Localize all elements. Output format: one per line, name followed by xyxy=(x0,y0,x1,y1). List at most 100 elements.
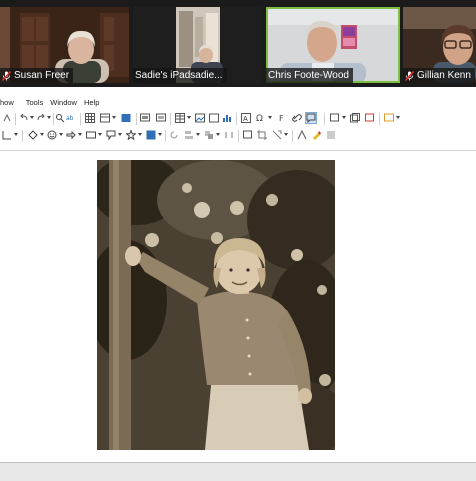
toolbar-separator xyxy=(15,113,16,125)
crop-icon[interactable] xyxy=(257,130,267,140)
redo-dropdown-icon[interactable] xyxy=(47,116,51,119)
svg-text:Ω: Ω xyxy=(256,114,263,123)
fontwork-icon[interactable]: F xyxy=(278,113,288,123)
image-icon[interactable] xyxy=(195,113,205,123)
new-slide-icon[interactable] xyxy=(330,113,340,123)
filter-dropdown-icon[interactable] xyxy=(284,133,288,136)
delete-slide-icon[interactable] xyxy=(365,113,375,123)
participant-tile-susan[interactable]: Susan Freer xyxy=(0,7,129,83)
toolbar-separator xyxy=(22,130,23,142)
participant-name: Sadie's iPadsadie... xyxy=(135,70,223,81)
callout-shapes-dropdown-icon[interactable] xyxy=(118,133,122,136)
participant-tile-chris[interactable]: Chris Foote-Wood xyxy=(266,7,400,83)
table-dropdown-icon[interactable] xyxy=(187,116,191,119)
basic-shapes-icon[interactable] xyxy=(28,130,38,140)
3d-objects-dropdown-icon[interactable] xyxy=(158,133,162,136)
clone-icon[interactable] xyxy=(2,113,12,123)
comment-icon[interactable] xyxy=(305,112,317,124)
start-presentation-icon[interactable] xyxy=(140,113,150,123)
toolbar-separator xyxy=(292,130,293,142)
chart-icon[interactable] xyxy=(222,113,232,123)
find-replace-icon[interactable] xyxy=(55,113,65,123)
stars-dropdown-icon[interactable] xyxy=(138,133,142,136)
menu-item-window[interactable]: Window xyxy=(50,98,77,107)
menu-item-help[interactable]: Help xyxy=(84,98,99,107)
participant-name: Chris Foote-Wood xyxy=(268,70,349,81)
special-character-icon[interactable]: Ω xyxy=(256,113,266,123)
toggle-extrusion-icon[interactable] xyxy=(326,130,336,140)
toolbar-separator xyxy=(238,130,239,142)
horizontal-scrollbar[interactable] xyxy=(0,462,476,481)
flowchart-icon[interactable] xyxy=(86,130,96,140)
arrange-icon[interactable] xyxy=(204,130,214,140)
undo-icon[interactable] xyxy=(19,113,29,123)
rotate-icon[interactable] xyxy=(169,130,179,140)
points-icon[interactable] xyxy=(297,130,307,140)
display-views-dropdown-icon[interactable] xyxy=(112,116,116,119)
spelling-icon[interactable]: ab xyxy=(66,113,76,123)
drawing-toolbar xyxy=(0,127,476,145)
svg-text:F: F xyxy=(279,114,284,123)
svg-text:A: A xyxy=(243,115,248,123)
participant-name-bar: Gillian Kenn xyxy=(403,68,475,83)
toolbar-separator xyxy=(136,113,137,125)
arrange-dropdown-icon[interactable] xyxy=(216,133,220,136)
media-icon[interactable] xyxy=(209,113,219,123)
slide-photo[interactable] xyxy=(97,160,335,450)
participant-name: Gillian Kenn xyxy=(417,70,471,81)
display-views-icon[interactable] xyxy=(100,113,110,123)
table-icon[interactable] xyxy=(175,113,185,123)
shadow-icon[interactable] xyxy=(243,130,253,140)
redo-icon[interactable] xyxy=(36,113,46,123)
slide-layout-icon[interactable] xyxy=(384,113,394,123)
toolbar-separator xyxy=(379,113,380,125)
master-slide-icon[interactable] xyxy=(121,113,131,123)
video-participants-strip: Susan Freer Sadie's iPadsadie... Chris F… xyxy=(0,0,476,87)
toolbar-separator xyxy=(53,113,54,125)
stars-icon[interactable] xyxy=(126,130,136,140)
align-dropdown-icon[interactable] xyxy=(196,133,200,136)
new-slide-dropdown-icon[interactable] xyxy=(342,116,346,119)
menu-item-show[interactable]: how xyxy=(0,98,14,107)
block-arrows-dropdown-icon[interactable] xyxy=(78,133,82,136)
participant-name-bar: Sadie's iPadsadie... xyxy=(133,68,227,83)
participant-tile-gillian[interactable]: Gillian Kenn xyxy=(403,7,476,83)
3d-objects-icon[interactable] xyxy=(146,130,156,140)
toolbar-separator xyxy=(80,113,81,125)
distribute-icon[interactable] xyxy=(224,130,234,140)
menu-bar: how Tools Window Help xyxy=(0,94,476,110)
vintage-photo-image xyxy=(97,160,335,450)
mic-muted-icon xyxy=(405,70,414,81)
symbol-shapes-icon[interactable] xyxy=(47,130,57,140)
standard-toolbar: ab A Ω F xyxy=(0,110,476,128)
toolbar-separator xyxy=(236,113,237,125)
align-icon[interactable] xyxy=(184,130,194,140)
toolbar-separator xyxy=(165,130,166,142)
formatting-icon[interactable] xyxy=(311,130,321,140)
flowchart-dropdown-icon[interactable] xyxy=(98,133,102,136)
filter-icon[interactable] xyxy=(272,130,282,140)
hyperlink-icon[interactable] xyxy=(292,113,302,123)
block-arrows-icon[interactable] xyxy=(66,130,76,140)
svg-text:ab: ab xyxy=(66,115,74,122)
callout-shapes-icon[interactable] xyxy=(106,130,116,140)
line-dropdown-icon[interactable] xyxy=(14,133,18,136)
text-box-icon[interactable]: A xyxy=(241,113,251,123)
duplicate-slide-icon[interactable] xyxy=(350,113,360,123)
menu-item-tools[interactable]: Tools xyxy=(26,98,44,107)
basic-shapes-dropdown-icon[interactable] xyxy=(40,133,44,136)
participant-name-bar: Susan Freer xyxy=(0,68,74,83)
symbol-shapes-dropdown-icon[interactable] xyxy=(59,133,63,136)
toolbar-separator xyxy=(170,113,171,125)
undo-dropdown-icon[interactable] xyxy=(30,116,34,119)
grid-icon[interactable] xyxy=(85,113,95,123)
special-character-dropdown-icon[interactable] xyxy=(268,116,272,119)
participant-name: Susan Freer xyxy=(14,70,70,81)
participant-name-bar: Chris Foote-Wood xyxy=(266,68,353,83)
toolbar-separator xyxy=(324,113,325,125)
slide-layout-dropdown-icon[interactable] xyxy=(396,116,400,119)
mic-muted-icon xyxy=(2,70,11,81)
line-icon[interactable] xyxy=(2,130,12,140)
start-current-slide-icon[interactable] xyxy=(156,113,166,123)
participant-tile-sadie[interactable]: Sadie's iPadsadie... xyxy=(133,7,262,83)
